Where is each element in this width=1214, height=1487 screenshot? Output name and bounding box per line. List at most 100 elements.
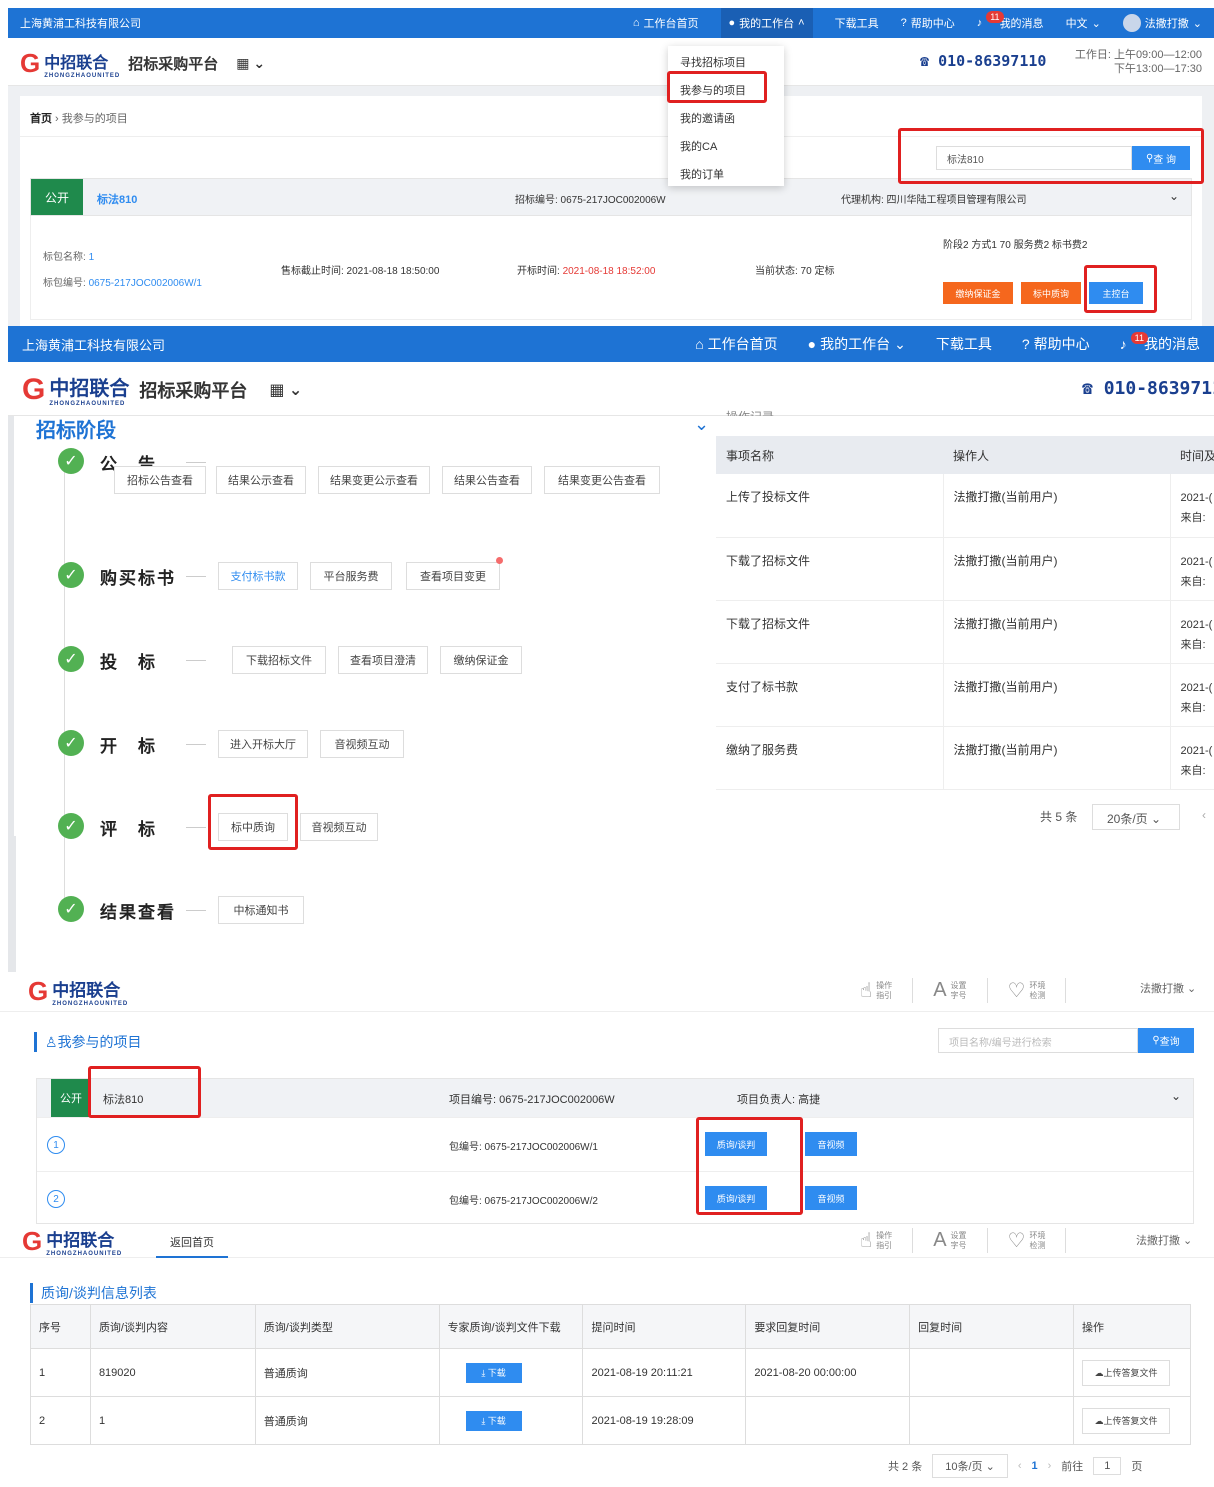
nav-messages[interactable]: ♪ 11 我的消息 — [1120, 332, 1200, 354]
project-leader: 项目负责人: 高捷 — [737, 1094, 821, 1106]
stage-button[interactable]: 下载招标文件 — [232, 646, 326, 674]
package-number: 2 — [47, 1190, 65, 1208]
stage-button[interactable]: 结果公告查看 — [442, 466, 532, 494]
qrcode-icon[interactable]: ▦ ⌄ — [269, 380, 302, 400]
nav-home[interactable]: ⌂ 工作台首页 — [633, 15, 699, 31]
stage-row: ✓ 评 标标中质询 音视频互动 — [50, 813, 710, 847]
nav-language[interactable]: 中文 ⌄ — [1066, 15, 1101, 31]
back-home-link[interactable]: 返回首页 — [156, 1234, 228, 1258]
mid-query-button[interactable]: 标中质询 — [1021, 282, 1081, 304]
nav-workbench[interactable]: ● 我的工作台 ⌄ — [808, 334, 906, 354]
log-header-user: 操作人 — [953, 448, 990, 463]
av-button[interactable]: 音视频 — [805, 1132, 857, 1156]
stage-row: ✓ 结果查看 中标通知书 — [50, 896, 710, 930]
query-list-title: 质询/谈判信息列表 — [30, 1283, 157, 1303]
stage-button[interactable]: 查看项目变更 — [406, 557, 503, 590]
stage-button[interactable]: 音视频互动 — [300, 813, 378, 841]
pager-goto-input[interactable]: 1 — [1093, 1457, 1122, 1475]
stage-button[interactable]: 结果变更公告查看 — [544, 466, 660, 494]
log-row: 缴纳了服务费 法撒打撒(当前用户) 2021-(来自: — [716, 726, 1214, 789]
stage-button[interactable]: 进入开标大厅 — [218, 730, 308, 758]
breadcrumb-home[interactable]: 首页 — [30, 113, 52, 125]
chevron-down-icon[interactable]: ⌄ — [1171, 1089, 1181, 1103]
log-table: 事项名称 操作人 时间及 上传了投标文件 法撒打撒(当前用户) 2021-(来自: 下… — [716, 436, 1214, 790]
stage-button[interactable]: 中标通知书 — [218, 896, 304, 924]
highlight-project-name — [88, 1066, 201, 1118]
nav-user[interactable]: 法撒打撒 ⌄ — [1122, 14, 1202, 32]
pager-current[interactable]: 1 — [1031, 1460, 1037, 1472]
stage-label: 评 标 — [100, 820, 157, 839]
stage-button[interactable]: 平台服务费 — [310, 562, 392, 590]
project-search-button[interactable]: ⚲ 查询 — [1138, 1028, 1194, 1053]
tool-0[interactable]: ☝ 操作 指引 — [860, 1228, 914, 1253]
tool-1[interactable]: A 设置 字号 — [933, 978, 988, 1003]
menu-invitations[interactable]: 我的邀请函 — [680, 110, 735, 126]
pager-size[interactable]: 10条/页 ⌄ — [932, 1454, 1008, 1478]
stage-button[interactable]: 缴纳保证金 — [440, 646, 522, 674]
chevron-left-icon[interactable]: ‹ — [1202, 808, 1206, 822]
qrcode-icon[interactable]: ▦ ⌄ — [236, 55, 265, 72]
logo-mark: G — [20, 48, 41, 78]
nav-download[interactable]: 下载工具 — [835, 15, 879, 31]
stage-row: ✓ 开 标 进入开标大厅 音视频互动 — [50, 730, 710, 764]
nav-help[interactable]: ? 帮助中心 — [901, 15, 955, 31]
chevron-left-icon[interactable]: ‹ — [1018, 1460, 1022, 1472]
menu-ca[interactable]: 我的CA — [680, 138, 717, 154]
stage-button[interactable]: 结果公示查看 — [216, 466, 306, 494]
stage-row: ✓ 公 告招标公告查看 结果公示查看 结果变更公示查看 结果公告查看 结果变更公告查看 — [50, 448, 710, 508]
upload-reply-button[interactable]: ☁上传答复文件 — [1081, 1407, 1170, 1434]
breadcrumb: 首页 › 我参与的项目 — [30, 113, 128, 125]
company-name: 上海黄浦工科技有限公司 — [22, 337, 166, 353]
stage-button[interactable]: 查看项目澄清 — [338, 646, 428, 674]
check-icon: ✓ — [58, 896, 84, 922]
nav-download[interactable]: 下载工具 — [936, 334, 992, 354]
user-menu[interactable]: 法撒打撒 ⌄ — [1136, 1232, 1192, 1248]
deposit-button[interactable]: 缴纳保证金 — [943, 282, 1013, 304]
stage-button[interactable]: 支付标书款 — [218, 562, 298, 590]
project-search-input[interactable]: 项目名称/编号进行检索 — [938, 1028, 1138, 1053]
nav-messages[interactable]: ♪ 11 我的消息 — [977, 11, 1044, 31]
agency: 代理机构: 四川华陆工程项目管理有限公司 — [841, 195, 1027, 206]
logo-mark: G — [28, 976, 49, 1006]
stage-button[interactable]: 结果变更公示查看 — [318, 466, 430, 494]
chevron-right-icon[interactable]: › — [1048, 1460, 1052, 1472]
tool-2[interactable]: ♡ 环境 检测 — [1008, 978, 1067, 1003]
upload-reply-button[interactable]: ☁上传答复文件 — [1081, 1359, 1170, 1386]
project-name[interactable]: 标法810 — [97, 191, 137, 207]
sale-deadline: 售标截止时间: 2021-08-18 18:50:00 — [281, 266, 440, 277]
tool-icon: ☝ — [860, 980, 873, 1002]
nav-home[interactable]: ⌂ 工作台首页 — [695, 334, 777, 354]
package-name: 1 — [88, 252, 95, 263]
tool-1[interactable]: A 设置 字号 — [933, 1228, 988, 1253]
open-time: 开标时间: 2021-08-18 18:52:00 — [517, 266, 656, 277]
tool-0[interactable]: ☝ 操作 指引 — [860, 978, 914, 1003]
phone: ☎ 010-8639711 — [1082, 378, 1214, 399]
pager-unit: 页 — [1131, 1461, 1143, 1473]
nav-workbench[interactable]: ● 我的工作台 ˄ — [720, 8, 813, 38]
download-button[interactable]: ⤓ 下载 — [465, 1410, 522, 1431]
query-pager: 共 2 条 10条/页 ⌄ ‹ 1 › 前往 1 页 — [888, 1454, 1142, 1478]
download-button[interactable]: ⤓ 下载 — [465, 1362, 522, 1383]
check-icon: ✓ — [58, 813, 84, 839]
chevron-down-icon[interactable]: ⌄ — [694, 414, 709, 435]
project-card: 公开 标法810 项目编号: 0675-217JOC002006W 项目负责人:… — [36, 1078, 1194, 1224]
stage-button[interactable]: 音视频互动 — [320, 730, 404, 758]
av-button[interactable]: 音视频 — [805, 1186, 857, 1210]
top-nav-bar: 上海黄浦工科技有限公司 ⌂ 工作台首页 ● 我的工作台 ˄ 下载工具 ? 帮助中心 ♪… — [8, 8, 1214, 38]
public-tag: 公开 — [31, 179, 83, 215]
tool-2[interactable]: ♡ 环境 检测 — [1008, 1228, 1067, 1253]
log-page-size[interactable]: 20条/页 ⌄ — [1092, 804, 1180, 830]
menu-orders[interactable]: 我的订单 — [680, 166, 724, 182]
query-row: 1 819020 普通质询 ⤓ 下载 2021-08-19 20:11:21 2021-0… — [30, 1348, 1192, 1397]
platform-name: 招标采购平台 — [139, 380, 248, 401]
phone-icon: ☎ — [920, 52, 939, 70]
nav-help[interactable]: ? 帮助中心 — [1022, 334, 1090, 354]
stage-label: 开 标 — [100, 737, 157, 756]
user-menu[interactable]: 法撒打撒 ⌄ — [1140, 980, 1196, 996]
log-row: 上传了投标文件 法撒打撒(当前用户) 2021-(来自: — [716, 474, 1214, 537]
chevron-down-icon[interactable]: ⌄ — [1169, 189, 1179, 203]
home-icon: ⌂ — [632, 17, 640, 29]
query-header: 序号 — [30, 1304, 91, 1349]
stage-button[interactable]: 招标公告查看 — [114, 466, 206, 494]
menu-find-projects[interactable]: 寻找招标项目 — [680, 54, 746, 70]
